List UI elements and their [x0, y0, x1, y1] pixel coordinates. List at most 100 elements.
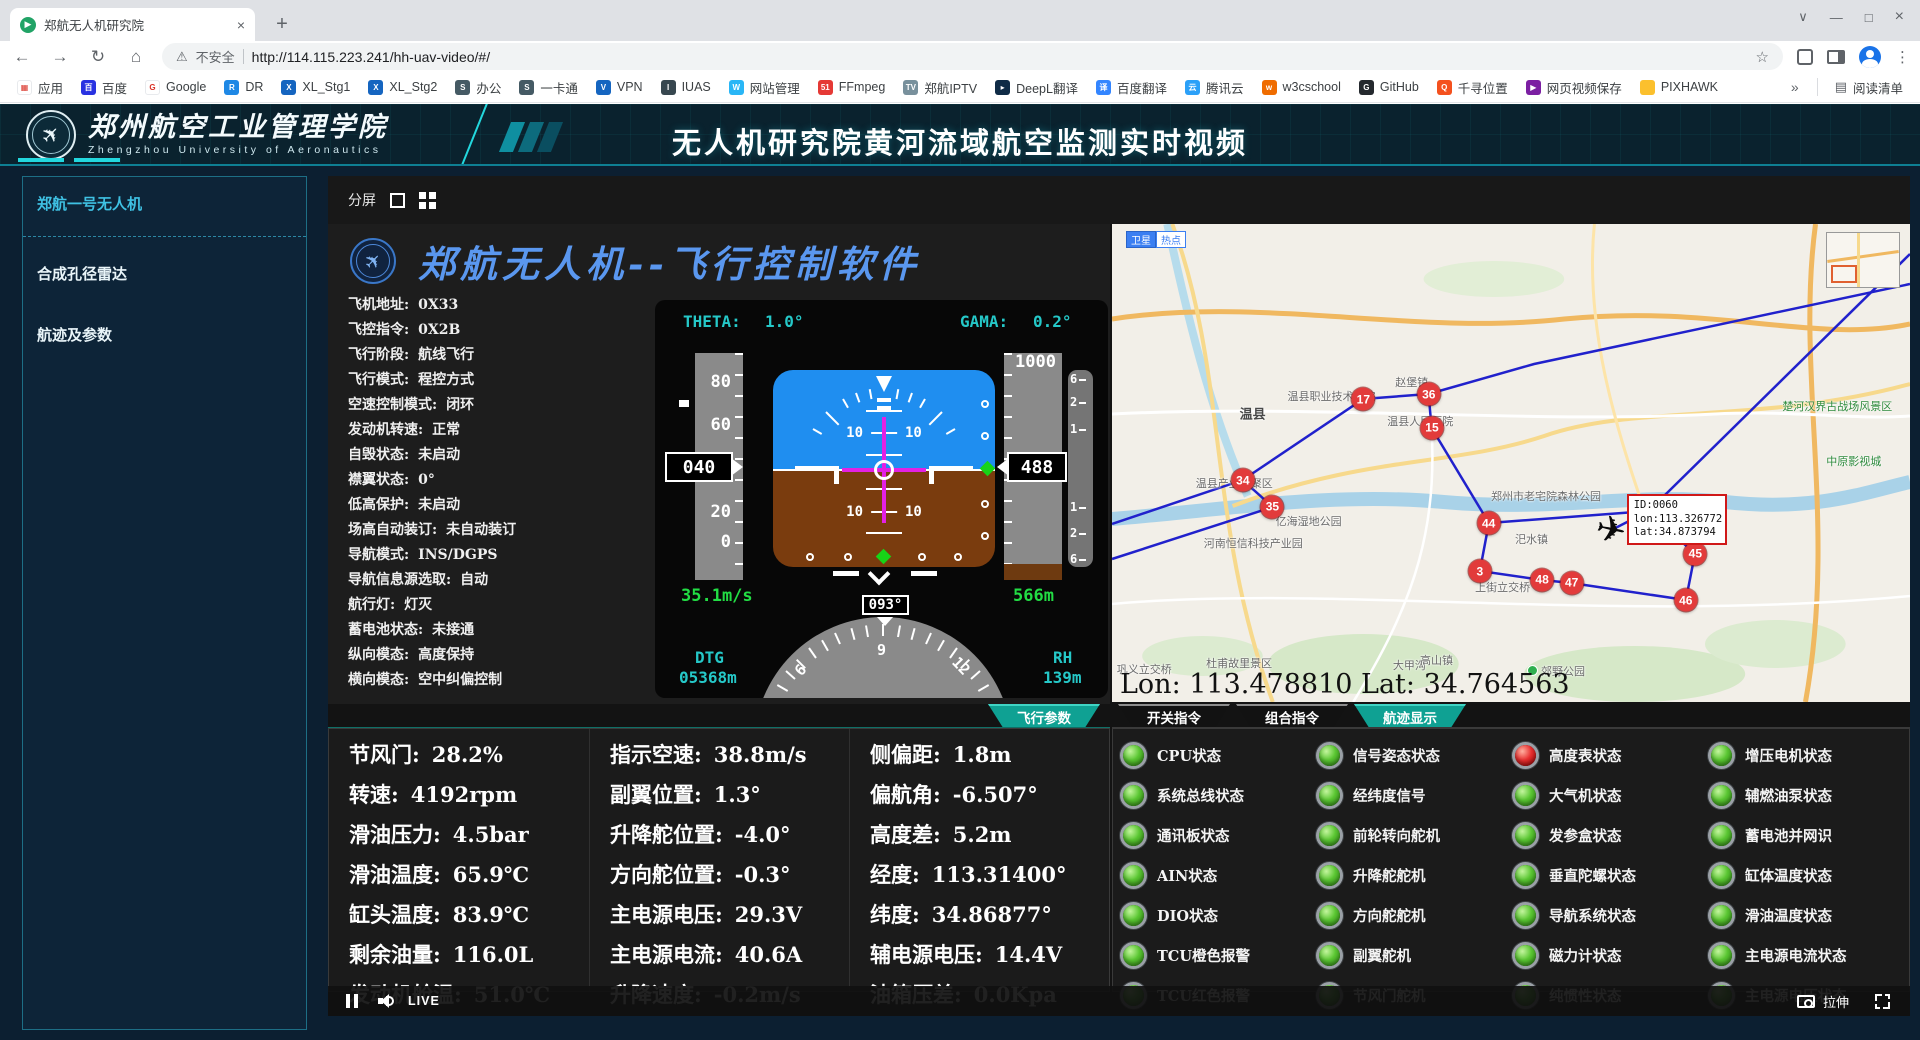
waypoint-marker[interactable]: 34 [1231, 469, 1254, 492]
led-indicator-icon [1319, 825, 1340, 846]
home-icon[interactable]: ⌂ [124, 47, 148, 67]
quad-view-icon[interactable] [419, 192, 436, 209]
waypoint-marker[interactable]: 46 [1674, 589, 1697, 612]
banner-accent [18, 158, 64, 162]
tab-flight-params[interactable]: 飞行参数 [988, 704, 1100, 727]
sidebar-item[interactable]: 合成孔径雷达 [23, 237, 306, 298]
overview-minimap[interactable] [1826, 232, 1900, 288]
reading-list-button[interactable]: ▤ 阅读清单 [1828, 75, 1910, 100]
bookmark-star-icon[interactable]: ☆ [1756, 48, 1769, 66]
bookmark-item[interactable]: S 一卡通 [512, 75, 585, 100]
url-text[interactable]: http://114.115.223.241/hh-uav-video/#/ [252, 49, 1748, 65]
bookmark-favicon-icon: S [455, 80, 470, 95]
stretch-label[interactable]: 拉伸 [1823, 992, 1849, 1011]
status-item: 磁力计状态 [1515, 935, 1711, 975]
led-indicator-icon [1123, 745, 1144, 766]
tab-search-icon[interactable]: ∨ [1798, 9, 1808, 25]
sidebar-item[interactable]: 航迹及参数 [23, 298, 306, 359]
fullscreen-icon[interactable] [1875, 994, 1890, 1009]
rh-value: 139m [1043, 668, 1082, 687]
map-layer-buttons: 卫星 热点 [1126, 231, 1186, 248]
browser-menu-icon[interactable]: ⋮ [1895, 48, 1910, 66]
telemetry-row: 侧偏距:1.8m [870, 739, 1109, 779]
vs-pointer [679, 400, 689, 407]
bookmarks-overflow-icon[interactable]: » [1783, 79, 1807, 95]
bookmark-item[interactable]: G GitHub [1352, 77, 1426, 98]
satellite-button[interactable]: 卫星 [1126, 231, 1156, 248]
bookmark-item[interactable]: ▦ 应用 [10, 75, 70, 100]
bookmark-item[interactable]: 译 百度翻译 [1089, 75, 1174, 100]
status-item: 高度表状态 [1515, 735, 1711, 775]
waypoint-marker[interactable]: 3 [1468, 560, 1491, 583]
bookmark-item[interactable]: W 网站管理 [722, 75, 807, 100]
led-indicator-icon [1515, 745, 1536, 766]
map-place-label: 河南恒信科技产业园 [1204, 535, 1303, 551]
forward-icon[interactable]: → [48, 47, 72, 67]
waypoint-marker[interactable]: 48 [1531, 568, 1554, 591]
bookmark-item[interactable]: PIXHAWK [1633, 77, 1725, 98]
status-item: 前轮转向舵机 [1319, 815, 1515, 855]
bookmark-item[interactable]: TV 郑航IPTV [896, 75, 984, 100]
bookmark-item[interactable]: 云 腾讯云 [1178, 75, 1251, 100]
waypoint-marker[interactable]: 17 [1352, 388, 1375, 411]
profile-avatar[interactable] [1859, 46, 1881, 68]
flight-status-row: 空速控制模式:闭环 [348, 394, 648, 419]
sidebar-item[interactable]: 郑航一号无人机 [23, 177, 306, 237]
bookmark-item[interactable]: X XL_Stg2 [361, 77, 444, 98]
new-tab-button[interactable]: + [268, 10, 296, 38]
bookmark-item[interactable]: R DR [217, 77, 270, 98]
waypoint-marker[interactable]: 47 [1560, 571, 1583, 594]
telemetry-row: 节风门:28.2% [349, 739, 589, 779]
waypoint-marker[interactable]: 35 [1261, 495, 1284, 518]
flight-status-row: 襟翼状态:0° [348, 469, 648, 494]
bookmark-item[interactable]: X XL_Stg1 [274, 77, 357, 98]
bookmark-item[interactable]: 百 百度 [74, 75, 134, 100]
window-maximize-icon[interactable]: □ [1865, 10, 1873, 25]
bookmark-item[interactable]: G Google [138, 77, 213, 98]
reload-icon[interactable]: ↻ [86, 47, 110, 67]
browser-tab[interactable]: ▶ 郑航无人机研究院 × [10, 8, 255, 41]
status-column-3: 高度表状态大气机状态发参盒状态垂直陀螺状态导航系统状态磁力计状态纯惯性状态 [1515, 735, 1711, 991]
tab-close-icon[interactable]: × [237, 17, 245, 33]
bookmark-favicon-icon: X [368, 80, 383, 95]
status-item: 方向舵舵机 [1319, 895, 1515, 935]
window-close-icon[interactable]: × [1895, 8, 1904, 26]
led-indicator-icon [1123, 825, 1144, 846]
single-view-icon[interactable] [390, 193, 405, 208]
led-indicator-icon [1319, 865, 1340, 886]
waypoint-marker[interactable]: 44 [1477, 512, 1500, 535]
flight-status-row: 飞行阶段:航线飞行 [348, 344, 648, 369]
window-minimize-icon[interactable]: — [1830, 10, 1843, 25]
bookmark-item[interactable]: 51 FFmpeg [811, 77, 893, 98]
command-tab[interactable]: 组合指令 [1236, 704, 1348, 727]
back-icon[interactable]: ← [10, 47, 34, 67]
map-place-label: 楚河汉界古战场风景区 [1782, 398, 1892, 414]
waypoint-marker[interactable]: 36 [1417, 383, 1440, 406]
bookmark-item[interactable]: V VPN [589, 77, 650, 98]
address-bar[interactable]: ⚠ 不安全 http://114.115.223.241/hh-uav-vide… [162, 43, 1783, 70]
snapshot-icon[interactable] [1797, 995, 1815, 1008]
command-tab[interactable]: 航迹显示 [1354, 704, 1466, 727]
hotspot-button[interactable]: 热点 [1156, 231, 1186, 248]
bookmark-item[interactable]: w w3cschool [1255, 77, 1348, 98]
page-header: ✈ 郑州航空工业管理学院 Zhengzhou University of Aer… [0, 104, 1920, 166]
bookmark-item[interactable]: I IUAS [654, 77, 718, 98]
bookmark-item[interactable]: S 办公 [448, 75, 508, 100]
volume-icon[interactable] [378, 994, 394, 1008]
bookmark-item[interactable]: ▸ DeepL翻译 [988, 75, 1085, 100]
side-panel-icon[interactable] [1827, 50, 1845, 64]
bookmark-item[interactable]: Q 千寻位置 [1430, 75, 1515, 100]
pause-icon[interactable] [346, 994, 358, 1008]
flight-status-row: 纵向模态:高度保持 [348, 644, 648, 669]
waypoint-marker[interactable]: 15 [1420, 416, 1443, 439]
bookmark-item[interactable]: ▶ 网页视频保存 [1519, 75, 1629, 100]
security-warning-icon[interactable]: ⚠ [176, 49, 188, 65]
map-place-label: 高山镇 [1420, 652, 1453, 668]
map-panel[interactable]: 卫星 热点 温县赵堡镇温县职业技术学院温县人民医院温县产业集聚区亿海湿地公园河南… [1112, 224, 1910, 702]
heading-readout-box: 093° [862, 595, 909, 615]
led-indicator-icon [1123, 865, 1144, 886]
waypoint-marker[interactable]: 45 [1684, 542, 1707, 565]
status-item: 信号姿态状态 [1319, 735, 1515, 775]
command-tab[interactable]: 开关指令 [1118, 704, 1230, 727]
extensions-icon[interactable] [1797, 49, 1813, 65]
